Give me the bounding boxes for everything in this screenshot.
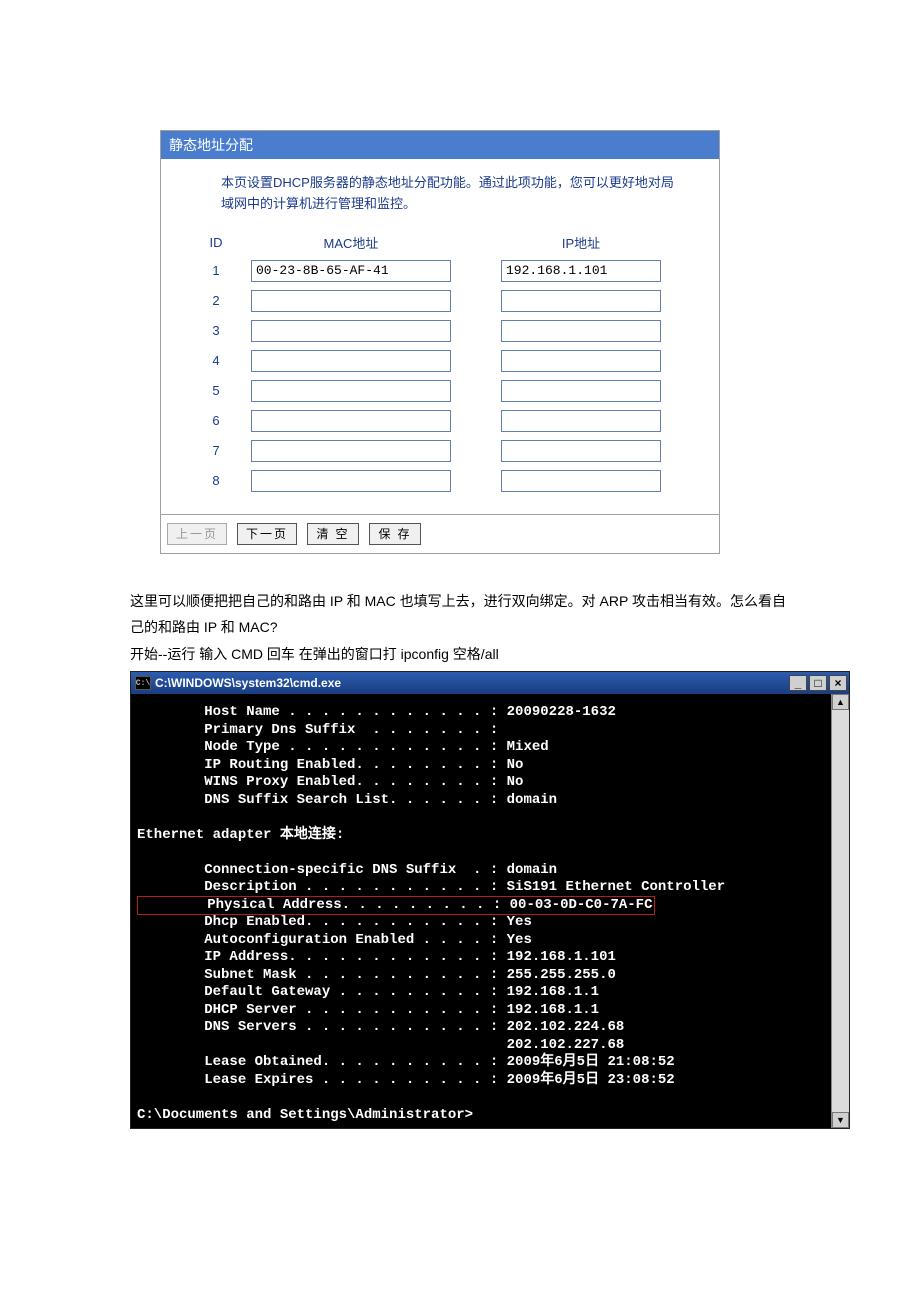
paragraph-2: 开始--运行 输入 CMD 回车 在弹出的窗口打 ipconfig 空格/all bbox=[130, 641, 790, 668]
line-dnssuffix: Primary Dns Suffix . . . . . . . : bbox=[137, 722, 498, 738]
ip-input[interactable] bbox=[501, 470, 661, 492]
line-ipaddress: IP Address. . . . . . . . . . . . : 192.… bbox=[137, 949, 616, 965]
row-id: 7 bbox=[181, 443, 251, 458]
cmd-title: C:\WINDOWS\system32\cmd.exe bbox=[155, 676, 789, 690]
ip-input[interactable] bbox=[501, 320, 661, 342]
table-row: 6 bbox=[181, 410, 699, 432]
save-button[interactable]: 保 存 bbox=[369, 523, 421, 545]
mac-input[interactable] bbox=[251, 380, 451, 402]
mac-column-header: MAC地址 bbox=[251, 233, 451, 252]
line-leaseobtained: Lease Obtained. . . . . . . . . . : 2009… bbox=[137, 1054, 675, 1070]
cmd-titlebar: C:\ C:\WINDOWS\system32\cmd.exe _ □ × bbox=[131, 672, 849, 694]
line-leaseexpires: Lease Expires . . . . . . . . . . : 2009… bbox=[137, 1072, 675, 1088]
table-row: 3 bbox=[181, 320, 699, 342]
row-id: 4 bbox=[181, 353, 251, 368]
mac-input[interactable] bbox=[251, 350, 451, 372]
table-row: 2 bbox=[181, 290, 699, 312]
table-row: 8 bbox=[181, 470, 699, 492]
scrollbar[interactable]: ▲ ▼ bbox=[831, 694, 849, 1128]
line-autoconf: Autoconfiguration Enabled . . . . : Yes bbox=[137, 932, 532, 948]
terminal-output: Host Name . . . . . . . . . . . . : 2009… bbox=[131, 694, 831, 1128]
line-dhcpserver: DHCP Server . . . . . . . . . . . : 192.… bbox=[137, 1002, 599, 1018]
line-adapter-header: Ethernet adapter 本地连接: bbox=[137, 827, 344, 843]
line-dns1: DNS Servers . . . . . . . . . . . : 202.… bbox=[137, 1019, 624, 1035]
ip-input[interactable] bbox=[501, 410, 661, 432]
explanation-text: 这里可以顺便把把自己的和路由 IP 和 MAC 也填写上去，进行双向绑定。对 A… bbox=[130, 588, 790, 668]
panel-title: 静态地址分配 bbox=[161, 131, 719, 159]
table-header: ID MAC地址 IP地址 bbox=[181, 233, 699, 252]
row-id: 6 bbox=[181, 413, 251, 428]
panel-footer: 上一页 下一页 清 空 保 存 bbox=[161, 514, 719, 553]
ip-input[interactable] bbox=[501, 380, 661, 402]
row-id: 3 bbox=[181, 323, 251, 338]
paragraph-1: 这里可以顺便把把自己的和路由 IP 和 MAC 也填写上去，进行双向绑定。对 A… bbox=[130, 588, 790, 641]
line-hostname: Host Name . . . . . . . . . . . . : 2009… bbox=[137, 704, 616, 720]
line-dns2: 202.102.227.68 bbox=[137, 1037, 624, 1053]
mac-input[interactable] bbox=[251, 440, 451, 462]
ip-column-header: IP地址 bbox=[501, 233, 661, 252]
line-winsproxy: WINS Proxy Enabled. . . . . . . . : No bbox=[137, 774, 523, 790]
mac-input[interactable] bbox=[251, 410, 451, 432]
line-subnet: Subnet Mask . . . . . . . . . . . : 255.… bbox=[137, 967, 616, 983]
ip-input[interactable] bbox=[501, 350, 661, 372]
prev-page-button: 上一页 bbox=[167, 523, 227, 545]
table-row: 4 bbox=[181, 350, 699, 372]
id-column-header: ID bbox=[181, 235, 251, 250]
panel-description: 本页设置DHCP服务器的静态地址分配功能。通过此项功能，您可以更好地对局域网中的… bbox=[221, 173, 677, 215]
row-id: 8 bbox=[181, 473, 251, 488]
cmd-icon: C:\ bbox=[135, 676, 151, 690]
address-table: ID MAC地址 IP地址 1 2 3 bbox=[181, 233, 699, 492]
mac-input[interactable] bbox=[251, 320, 451, 342]
mac-input[interactable] bbox=[251, 260, 451, 282]
line-nodetype: Node Type . . . . . . . . . . . . : Mixe… bbox=[137, 739, 549, 755]
line-physical-address-highlighted: Physical Address. . . . . . . . . : 00-0… bbox=[137, 896, 655, 916]
line-prompt: C:\Documents and Settings\Administrator> bbox=[137, 1107, 473, 1123]
row-id: 5 bbox=[181, 383, 251, 398]
ip-input[interactable] bbox=[501, 440, 661, 462]
clear-button[interactable]: 清 空 bbox=[307, 523, 359, 545]
row-id: 1 bbox=[181, 263, 251, 278]
line-description: Description . . . . . . . . . . . : SiS1… bbox=[137, 879, 725, 895]
cmd-window: C:\ C:\WINDOWS\system32\cmd.exe _ □ × Ho… bbox=[130, 671, 850, 1129]
minimize-button[interactable]: _ bbox=[789, 675, 807, 691]
mac-input[interactable] bbox=[251, 470, 451, 492]
ip-input[interactable] bbox=[501, 290, 661, 312]
line-iprouting: IP Routing Enabled. . . . . . . . : No bbox=[137, 757, 523, 773]
static-address-panel: 静态地址分配 本页设置DHCP服务器的静态地址分配功能。通过此项功能，您可以更好… bbox=[160, 130, 720, 554]
close-button[interactable]: × bbox=[829, 675, 847, 691]
line-dhcp: Dhcp Enabled. . . . . . . . . . . : Yes bbox=[137, 914, 532, 930]
mac-input[interactable] bbox=[251, 290, 451, 312]
scroll-down-button[interactable]: ▼ bbox=[832, 1112, 849, 1128]
next-page-button[interactable]: 下一页 bbox=[237, 523, 297, 545]
maximize-button[interactable]: □ bbox=[809, 675, 827, 691]
scroll-up-button[interactable]: ▲ bbox=[832, 694, 849, 710]
line-connsuffix: Connection-specific DNS Suffix . : domai… bbox=[137, 862, 557, 878]
line-gateway: Default Gateway . . . . . . . . . : 192.… bbox=[137, 984, 599, 1000]
scroll-track[interactable] bbox=[832, 710, 849, 1112]
table-row: 5 bbox=[181, 380, 699, 402]
row-id: 2 bbox=[181, 293, 251, 308]
table-row: 7 bbox=[181, 440, 699, 462]
ip-input[interactable] bbox=[501, 260, 661, 282]
table-row: 1 bbox=[181, 260, 699, 282]
line-dnslist: DNS Suffix Search List. . . . . . : doma… bbox=[137, 792, 557, 808]
